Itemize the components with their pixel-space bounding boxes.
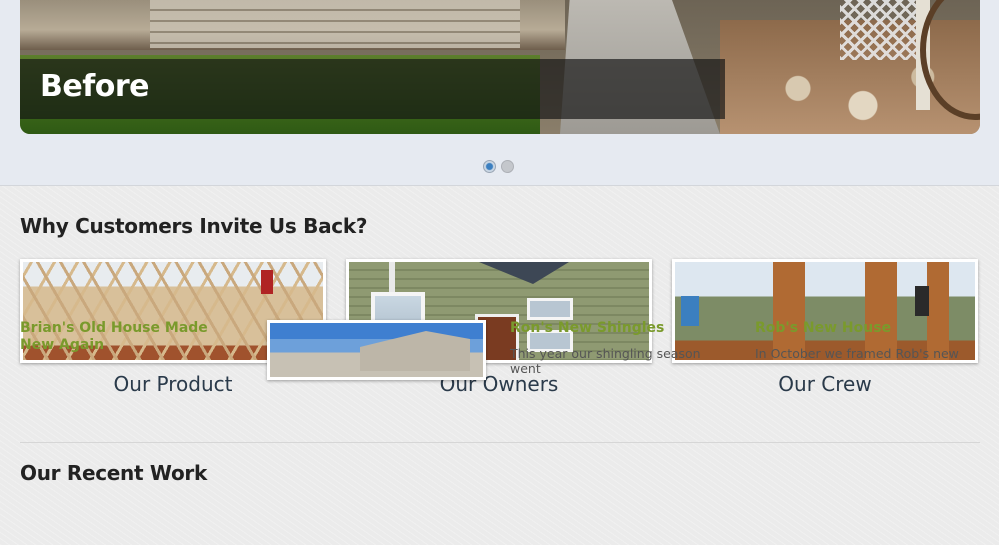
crew-member <box>915 286 929 316</box>
recent-work-excerpt-3: In October we framed Rob's new <box>755 346 959 361</box>
slide-caption-text: Before <box>40 69 150 104</box>
recent-work-title-2[interactable]: Ron's New Shingles <box>510 320 730 337</box>
recent-work-title-3[interactable]: Rob's New House <box>755 320 975 337</box>
why-heading: Why Customers Invite Us Back? <box>20 214 368 238</box>
lattice-fence <box>840 0 920 60</box>
slider-dot-1[interactable] <box>483 160 496 173</box>
recent-work-title-1[interactable]: Brian's Old House Made New Again <box>20 320 235 354</box>
worker-figure <box>261 270 273 294</box>
building-shape <box>360 331 470 371</box>
slide-caption: Before <box>20 59 725 119</box>
recent-work-thumbnail[interactable] <box>267 320 486 380</box>
hero-slider: Before <box>0 0 999 186</box>
slider-dot-2[interactable] <box>501 160 514 173</box>
roof-shape <box>479 262 569 284</box>
section-divider <box>20 442 980 443</box>
house-siding <box>150 0 520 48</box>
window <box>527 298 573 320</box>
recent-work-heading: Our Recent Work <box>20 461 207 485</box>
recent-work-excerpt-2: This year our shingling season went <box>510 346 701 376</box>
slider-pagination <box>483 160 514 173</box>
main-content: Why Customers Invite Us Back? Our Produc… <box>0 186 999 545</box>
slide-image-before[interactable]: Before <box>20 0 980 134</box>
